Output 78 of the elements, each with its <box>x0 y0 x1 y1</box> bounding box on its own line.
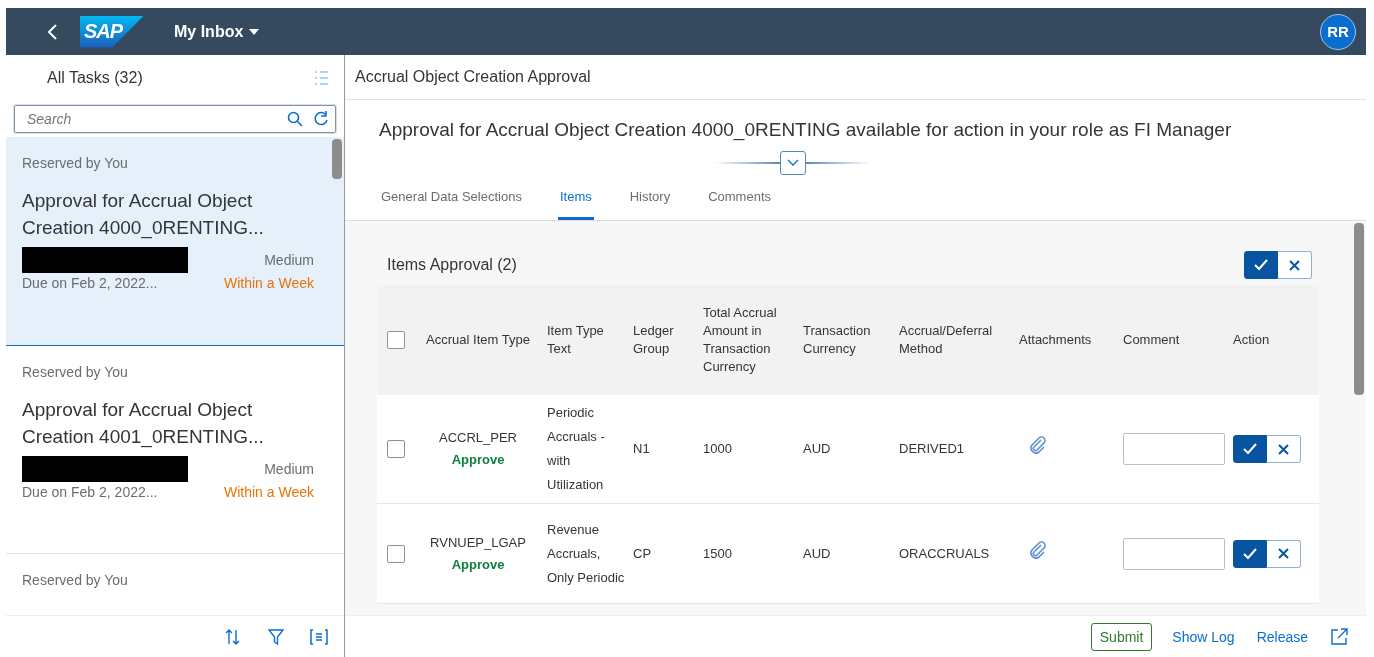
table-title: Items Approval (2) <box>387 256 517 274</box>
column-header: Comment <box>1123 332 1180 347</box>
column-header: Accrual/Deferral Method <box>899 323 993 356</box>
column-header: Total Accrual Amount in Transaction Currency <box>703 305 777 374</box>
column-header: Attachments <box>1019 332 1092 347</box>
paperclip-icon[interactable] <box>1029 540 1047 559</box>
logo: SAP <box>80 15 144 48</box>
close-icon <box>1278 443 1289 455</box>
section-tab[interactable]: Comments <box>706 179 774 220</box>
reject-button[interactable] <box>1267 435 1301 463</box>
task-due-date: Due on Feb 2, 2022... <box>22 275 158 291</box>
footer-link-button[interactable]: Show Log <box>1170 623 1237 650</box>
task-status: Reserved by You <box>22 572 129 588</box>
table-cell-text: RVNUEP_LGAP <box>430 533 526 552</box>
row-checkbox[interactable] <box>387 544 405 563</box>
reject-button[interactable] <box>1278 251 1312 279</box>
task-due-date: Due on Feb 2, 2022... <box>22 484 158 500</box>
paperclip-icon[interactable] <box>1029 436 1047 454</box>
section-tab[interactable]: History <box>627 179 673 220</box>
column-header: Ledger Group <box>633 323 674 356</box>
share-icon[interactable] <box>1328 625 1350 648</box>
app-title-menu[interactable]: My Inbox <box>170 18 264 45</box>
table-cell: Revenue Accruals, Only Periodic <box>547 521 625 585</box>
user-avatar[interactable]: RR <box>1320 13 1356 50</box>
close-icon <box>1278 548 1289 559</box>
scrollbar-thumb[interactable] <box>332 139 342 179</box>
table-cell: CP <box>633 545 652 561</box>
list-title: All Tasks (32) <box>47 68 143 87</box>
collapse-header-button[interactable] <box>779 151 806 175</box>
table-cell: Periodic Accruals - with Utilization <box>547 405 605 492</box>
section-tab[interactable]: General Data Selections <box>379 179 524 220</box>
task-title: Approval for Accrual Object Creation 4001_0RENTING... <box>22 398 265 450</box>
reject-button[interactable] <box>1267 539 1301 568</box>
footer-link-button[interactable]: Release <box>1254 623 1310 650</box>
group-icon[interactable] <box>308 626 330 647</box>
approve-button[interactable] <box>1233 539 1267 568</box>
search-box[interactable]: Search <box>14 105 336 133</box>
table-cell: AUD <box>803 441 831 456</box>
scrollbar-thumb[interactable] <box>1354 223 1364 395</box>
chevron-down-icon <box>786 159 799 167</box>
back-icon[interactable] <box>46 22 60 41</box>
comment-field[interactable] <box>1123 433 1225 465</box>
approve-button[interactable] <box>1244 251 1278 279</box>
task-priority: Medium <box>264 252 314 268</box>
check-icon <box>1254 259 1268 271</box>
column-header: Item Type Text <box>547 323 604 356</box>
check-icon <box>1243 443 1257 455</box>
task-list-item[interactable]: Reserved by You Approval for Accrual Object Creation 4000_0RENTING... Medium Due on Feb 2, 2022... Within a Week <box>6 137 344 346</box>
task-title: Approval for Accrual Object Creation 4000_0RENTING... <box>22 189 265 241</box>
submit-button[interactable]: Submit <box>1090 622 1153 651</box>
comment-field[interactable] <box>1123 537 1225 570</box>
caret-icon <box>249 28 260 35</box>
task-deadline: Within a Week <box>224 484 314 500</box>
check-icon <box>1243 547 1257 560</box>
approve-button[interactable] <box>1233 435 1267 463</box>
search-icon[interactable] <box>287 111 303 127</box>
approve-status: Approve <box>451 555 505 574</box>
object-heading: Approval for Accrual Object Creation 4000_0RENTING available for action in your role as FI Manager <box>379 118 1233 143</box>
select-all-checkbox[interactable] <box>387 331 405 349</box>
table-cell-text: ACCRL_PER <box>439 429 517 447</box>
task-deadline: Within a Week <box>224 275 314 291</box>
row-checkbox[interactable] <box>387 440 405 458</box>
page-title: Accrual Object Creation Approval <box>355 68 591 86</box>
column-header: Transaction Currency <box>803 323 871 356</box>
table-cell: 1500 <box>703 545 732 561</box>
table-cell: N1 <box>633 441 650 456</box>
task-status: Reserved by You <box>22 155 129 171</box>
table-cell: 1000 <box>703 441 732 456</box>
table-cell: ORACCRUALS <box>899 545 990 561</box>
column-header: Action <box>1233 332 1270 347</box>
task-priority: Medium <box>264 461 314 477</box>
table-cell: AUD <box>803 545 831 561</box>
table-cell: DERIVED1 <box>899 441 965 456</box>
approve-status: Approve <box>451 451 505 469</box>
close-icon <box>1289 259 1300 271</box>
column-header: Accrual Item Type <box>426 332 530 347</box>
refresh-icon[interactable] <box>313 111 329 127</box>
task-status: Reserved by You <box>22 364 129 380</box>
